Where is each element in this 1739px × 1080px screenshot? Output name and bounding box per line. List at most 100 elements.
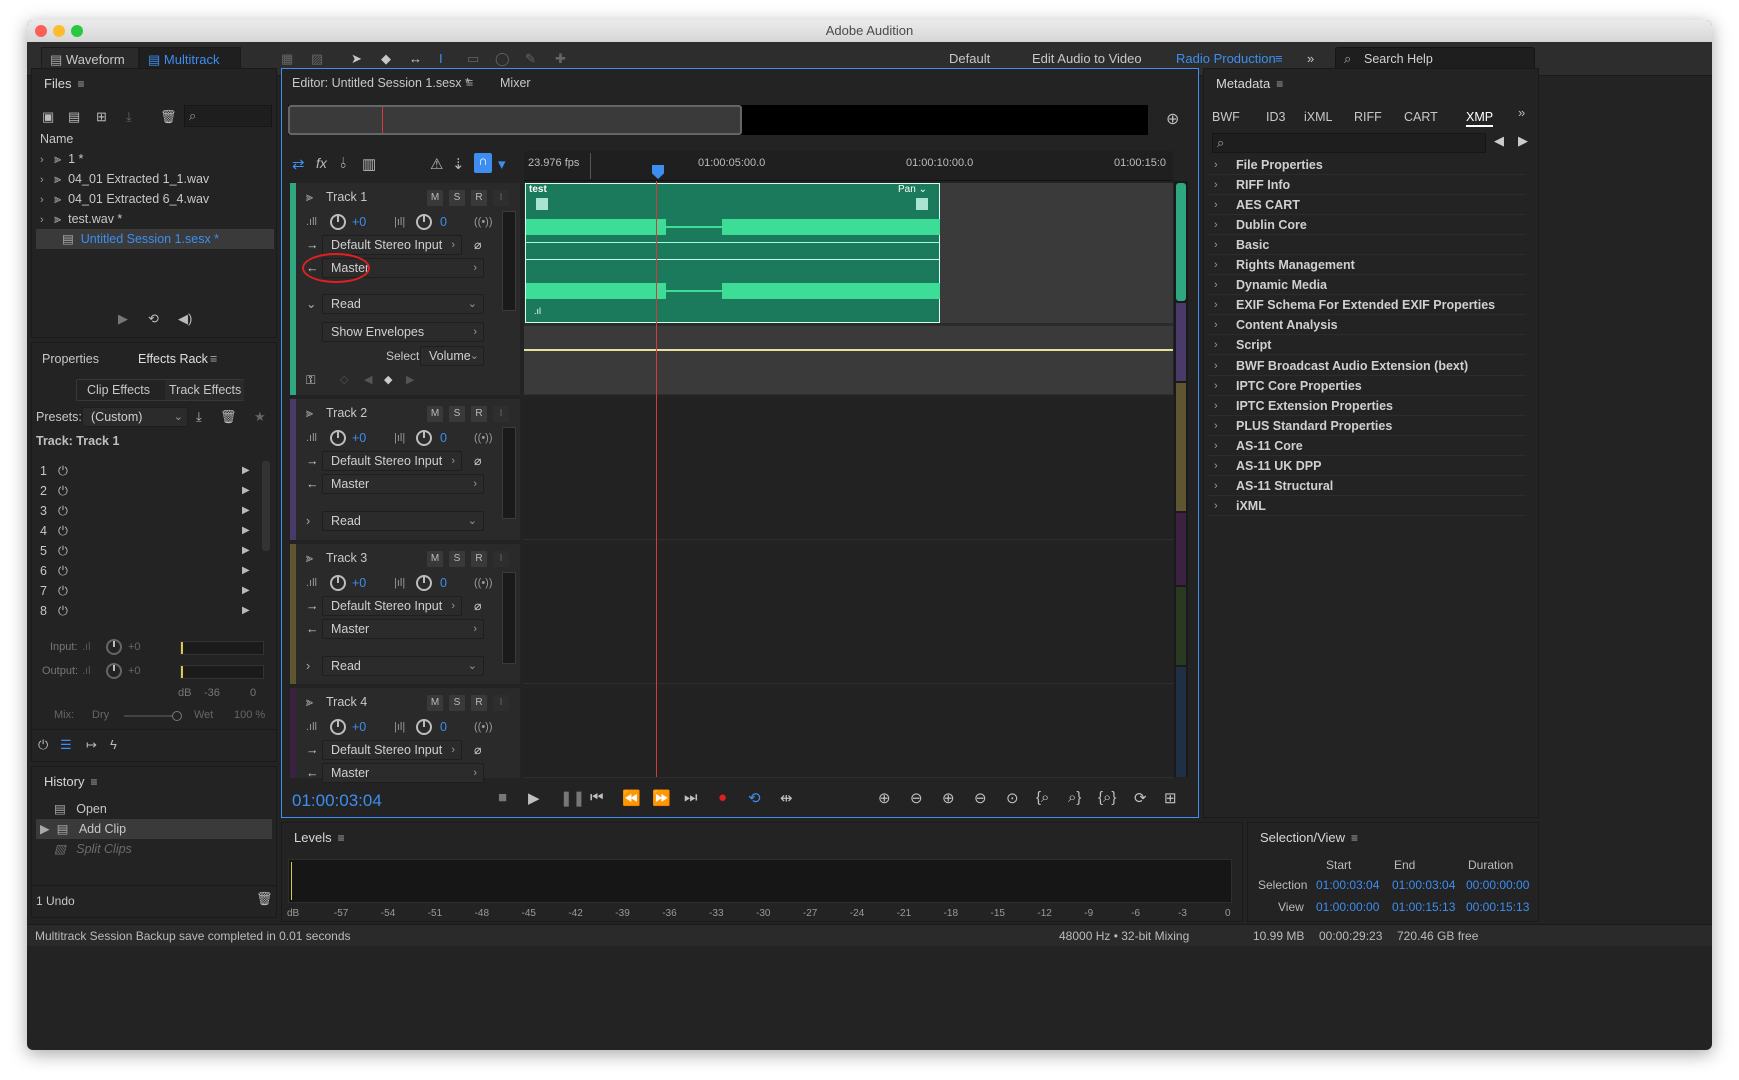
expand-arrow-icon[interactable]: ▶ [242,581,250,601]
rewind-icon[interactable]: ⏪ [622,789,641,807]
expand-arrow-icon[interactable]: ▶ [242,541,250,561]
menu-icon[interactable]: ≡ [210,349,217,369]
mute-button[interactable]: M [426,405,444,423]
snap-icon[interactable]: ∩ [474,153,492,173]
next-keyframe-icon[interactable]: ▶ [406,370,414,390]
expand-arrow-icon[interactable]: ▶ [242,561,250,581]
audio-clip[interactable]: test Pan ⌄ .ıl [525,183,940,323]
metadata-group[interactable]: › Content Analysis [1208,315,1526,336]
save-file-icon[interactable]: ⤓ [126,109,132,125]
tab-mixer[interactable]: Mixer [500,73,531,93]
effect-slot[interactable]: 3 ⏻ ▶ [34,501,260,521]
power-icon[interactable]: ⏻ [38,737,48,753]
input-gain-knob[interactable] [106,639,122,655]
more-tabs-icon[interactable]: » [1518,105,1525,120]
file-item[interactable]: › ⫸ test.wav * [40,209,270,229]
effect-slot[interactable]: 8 ⏻ ▶ [34,601,260,621]
zoom-to-tracks-icon[interactable]: ⊞ [1164,789,1177,807]
track-input-select[interactable]: Default Stereo Input › [322,596,462,616]
menu-icon[interactable]: ≡ [90,775,97,789]
metadata-tab-id3[interactable]: ID3 [1266,107,1285,127]
tab-effects-rack[interactable]: Effects Rack [138,349,208,369]
menu-icon[interactable]: ≡ [77,77,84,91]
volume-knob[interactable] [330,719,346,735]
clear-keyframe-icon[interactable]: ◇ [340,370,348,390]
view-duration-field[interactable]: 00:00:15:13 [1466,897,1529,917]
volume-knob[interactable] [330,430,346,446]
record-arm-button[interactable]: R [470,405,488,423]
fade-in-handle[interactable] [536,198,548,210]
metadata-group[interactable]: › iXML [1208,496,1526,516]
phase-invert-icon[interactable]: ⌀ [474,235,482,255]
volume-knob[interactable] [330,214,346,230]
power-icon[interactable]: ⏻ [58,601,68,621]
tab-properties[interactable]: Properties [42,349,99,369]
metadata-tab-ixml[interactable]: iXML [1304,107,1332,127]
power-icon[interactable]: ⏻ [58,481,68,501]
track-output-select[interactable]: Master › [322,763,484,783]
tab-editor[interactable]: Editor: Untitled Session 1.sesx * [292,73,470,93]
zoom-in-time-icon[interactable]: ⊕ [942,789,955,807]
track-input-select[interactable]: Default Stereo Input › [322,740,462,760]
mix-slider[interactable] [124,711,182,721]
record-icon[interactable]: ● [718,789,727,806]
clip-pan-label[interactable]: Pan ⌄ [898,184,927,195]
menu-icon[interactable]: ≡ [1276,77,1283,91]
zoom-to-selection-icon[interactable]: {⌕} [1098,789,1116,806]
zoom-in-point-out-icon[interactable]: ⌕} [1068,789,1081,806]
selection-start-field[interactable]: 01:00:03:04 [1316,875,1379,895]
file-item[interactable]: › ⫸ 04_01 Extracted 1_1.wav [40,169,270,189]
metronome-icon[interactable]: ⚠ [430,155,443,173]
loop-playback-icon[interactable]: ⟲ [748,789,761,807]
skip-to-start-icon[interactable]: ⏮ [590,789,604,806]
pause-icon[interactable]: ❚❚ [560,789,585,807]
delete-preset-icon[interactable]: 🗑︎ [220,409,237,425]
pan-value[interactable]: 0 [440,212,447,232]
effect-slot[interactable]: 4 ⏻ ▶ [34,521,260,541]
new-file-icon[interactable]: ⊞ [96,109,107,125]
playhead-handle[interactable] [652,165,664,179]
metadata-group[interactable]: › EXIF Schema For Extended EXIF Propertie… [1208,295,1526,316]
volume-knob[interactable] [330,575,346,591]
previous-keyframe-icon[interactable]: ◀ [364,370,372,390]
zoom-out-full-icon[interactable]: ⊙ [1006,789,1019,807]
volume-value[interactable]: +0 [352,212,366,232]
history-item-open[interactable]: ▤ Open [54,799,107,819]
power-icon[interactable]: ⏻ [58,461,68,481]
pan-knob[interactable] [416,575,432,591]
track-name[interactable]: Track 2 [326,403,367,423]
metadata-group[interactable]: › PLUS Standard Properties [1208,416,1526,436]
record-arm-button[interactable]: R [470,189,488,207]
session-overview[interactable] [288,105,1148,135]
power-icon[interactable]: ⏻ [58,581,68,601]
selection-end-field[interactable]: 01:00:03:04 [1392,875,1455,895]
expand-arrow-icon[interactable]: ▶ [242,601,250,621]
metadata-group[interactable]: › IPTC Extension Properties [1208,396,1526,416]
open-file-icon[interactable]: ▣ [42,109,54,125]
output-gain-knob[interactable] [106,663,122,679]
stop-icon[interactable]: ■ [498,789,507,806]
monitor-input-button[interactable]: I [492,694,510,712]
swap-icon[interactable]: ⇄ [292,155,305,173]
pan-value[interactable]: 0 [440,717,447,737]
track-name[interactable]: Track 4 [326,692,367,712]
track-name[interactable]: Track 1 [326,187,367,207]
files-search-input[interactable]: ⌕ [184,105,272,127]
fast-forward-icon[interactable]: ⏩ [652,789,671,807]
vertical-scrollbar[interactable] [1174,181,1188,777]
effect-slot[interactable]: 7 ⏻ ▶ [34,581,260,601]
zoom-out-time-icon[interactable]: ⊖ [974,789,987,807]
autoplay-icon[interactable]: ◀) [178,311,192,327]
volume-value[interactable]: +0 [352,717,366,737]
presets-dropdown[interactable]: (Custom) ⌄ [82,407,188,427]
clip-volume-line[interactable] [526,242,940,243]
mute-button[interactable]: M [426,550,444,568]
pan-value[interactable]: 0 [440,428,447,448]
effect-slot[interactable]: 2 ⏻ ▶ [34,481,260,501]
zoom-to-clip-icon[interactable]: ⟳ [1134,789,1147,807]
history-item-split-clips[interactable]: ▧ Split Clips [54,839,132,859]
overview-view-range[interactable] [288,105,742,135]
view-end-field[interactable]: 01:00:15:13 [1392,897,1455,917]
save-preset-icon[interactable]: ⤓ [196,409,202,425]
eq-icon[interactable]: ▥ [362,155,376,173]
